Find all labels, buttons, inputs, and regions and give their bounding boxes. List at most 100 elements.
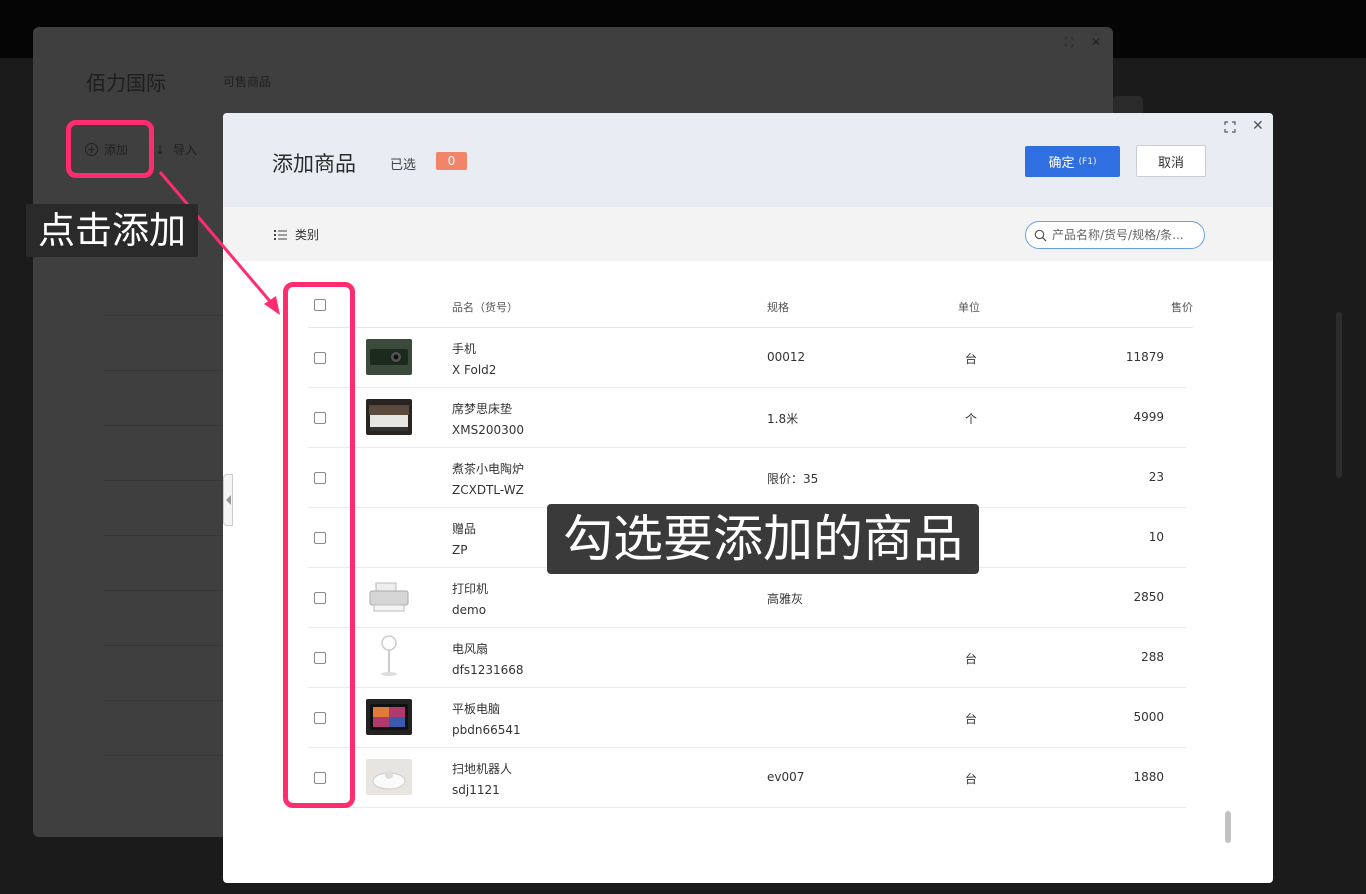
background-title: 佰力国际 xyxy=(86,71,166,95)
divider xyxy=(103,315,223,316)
product-unit: 台 xyxy=(964,712,977,726)
confirm-shortcut: (F1) xyxy=(1078,156,1097,167)
product-code: demo xyxy=(452,603,487,617)
product-spec: 00012 xyxy=(767,350,806,364)
search-icon xyxy=(1034,229,1047,241)
modal-header: 添加商品 已选 0 确定 (F1) 取消 ✕ xyxy=(223,113,1273,207)
product-spec: 限价：35 xyxy=(767,472,819,486)
import-button[interactable]: ↓ 导入 xyxy=(155,141,197,158)
divider xyxy=(103,645,223,646)
highlight-add-button xyxy=(66,120,154,178)
product-thumbnail xyxy=(366,399,412,435)
product-name: 平板电脑 xyxy=(452,702,501,716)
divider xyxy=(103,535,223,536)
table-row[interactable]: 电风扇 dfs1231668 台 288 xyxy=(308,628,1186,688)
modal-title: 添加商品 xyxy=(272,152,356,176)
column-unit-header: 单位 xyxy=(958,301,980,314)
product-unit: 台 xyxy=(964,772,977,786)
product-name: 煮茶小电陶炉 xyxy=(452,462,525,476)
background-close-icon[interactable]: ✕ xyxy=(1091,35,1101,49)
product-spec: ev007 xyxy=(767,770,805,784)
table-row[interactable]: 打印机 demo 高雅灰 2850 xyxy=(308,568,1186,628)
table-row[interactable]: 席梦思床垫 XMS200300 1.8米 个 4999 xyxy=(308,388,1186,448)
column-price-header: 售价 xyxy=(1171,301,1193,314)
product-name-cell: 打印机 demo xyxy=(452,579,488,621)
product-spec: 高雅灰 xyxy=(767,592,804,606)
product-spec: 1.8米 xyxy=(767,412,799,426)
divider xyxy=(103,480,223,481)
caption-click-add: 点击添加 xyxy=(26,204,198,257)
filter-bar: 类别 xyxy=(223,207,1273,261)
product-unit: 台 xyxy=(964,652,977,666)
table-header: 品名（货号） 规格 单位 售价 xyxy=(308,281,1193,328)
add-goods-modal: 添加商品 已选 0 确定 (F1) 取消 ✕ 类别 产品名称/货号/规格/条..… xyxy=(223,113,1273,883)
product-code: sdj1121 xyxy=(452,783,500,797)
product-price: 4999 xyxy=(1133,410,1164,424)
expand-icon[interactable] xyxy=(1224,121,1236,133)
table-scrollbar[interactable] xyxy=(1225,811,1231,843)
product-thumbnail xyxy=(366,759,412,795)
column-spec-header: 规格 xyxy=(767,301,789,314)
category-filter-button[interactable]: 类别 xyxy=(274,226,319,243)
caption-check-goods: 勾选要添加的商品 xyxy=(547,504,979,574)
category-label: 类别 xyxy=(295,228,320,242)
import-button-label: 导入 xyxy=(173,143,198,157)
product-price: 11879 xyxy=(1125,350,1164,364)
product-code: pbdn66541 xyxy=(452,723,521,737)
product-code: ZCXDTL-WZ xyxy=(452,483,524,497)
product-price: 10 xyxy=(1148,530,1164,544)
product-name: 打印机 xyxy=(452,582,489,596)
table-row[interactable]: 平板电脑 pbdn66541 台 5000 xyxy=(308,688,1186,748)
product-name-cell: 电风扇 dfs1231668 xyxy=(452,639,524,681)
search-box[interactable] xyxy=(1025,221,1205,249)
search-input[interactable] xyxy=(1052,228,1202,242)
product-code: ZP xyxy=(452,543,468,557)
product-name: 扫地机器人 xyxy=(452,762,513,776)
highlight-checkbox-column xyxy=(283,282,355,808)
product-price: 5000 xyxy=(1133,710,1164,724)
divider xyxy=(103,590,223,591)
product-price: 23 xyxy=(1148,470,1164,484)
confirm-button[interactable]: 确定 (F1) xyxy=(1025,146,1120,177)
arrow-down-icon: ↓ xyxy=(155,142,166,157)
product-unit: 台 xyxy=(964,352,977,366)
column-name-header: 品名（货号） xyxy=(452,301,518,314)
product-thumbnail xyxy=(366,339,412,375)
product-price: 2850 xyxy=(1133,590,1164,604)
product-name-cell: 手机 X Fold2 xyxy=(452,339,496,381)
divider xyxy=(103,370,223,371)
table-row[interactable]: 煮茶小电陶炉 ZCXDTL-WZ 限价：35 23 xyxy=(308,448,1186,508)
product-name: 赠品 xyxy=(452,522,477,536)
close-icon[interactable]: ✕ xyxy=(1252,119,1264,133)
divider xyxy=(103,755,223,756)
divider xyxy=(103,425,223,426)
product-name: 席梦思床垫 xyxy=(452,402,513,416)
selected-label: 已选 xyxy=(390,158,417,173)
background-expand-icon[interactable]: ⛶ xyxy=(1065,35,1073,50)
background-subtitle: 可售商品 xyxy=(223,75,272,89)
table-row[interactable]: 扫地机器人 sdj1121 ev007 台 1880 xyxy=(308,748,1186,808)
product-price: 1880 xyxy=(1133,770,1164,784)
product-thumbnail xyxy=(366,633,412,679)
product-thumbnail xyxy=(366,699,412,735)
product-name-cell: 扫地机器人 sdj1121 xyxy=(452,759,512,801)
product-name: 手机 xyxy=(452,342,477,356)
side-collapse-handle[interactable] xyxy=(223,474,233,526)
confirm-button-label: 确定 xyxy=(1048,156,1075,171)
product-name-cell: 赠品 ZP xyxy=(452,519,476,561)
product-code: X Fold2 xyxy=(452,363,497,377)
product-name-cell: 席梦思床垫 XMS200300 xyxy=(452,399,524,441)
product-name-cell: 煮茶小电陶炉 ZCXDTL-WZ xyxy=(452,459,524,501)
product-name-cell: 平板电脑 pbdn66541 xyxy=(452,699,521,741)
product-price: 288 xyxy=(1141,650,1164,664)
divider xyxy=(103,700,223,701)
product-code: XMS200300 xyxy=(452,423,524,437)
list-icon xyxy=(274,229,287,240)
product-name: 电风扇 xyxy=(452,642,489,656)
product-thumbnail xyxy=(366,579,412,615)
product-unit: 个 xyxy=(964,412,977,426)
table-row[interactable]: 手机 X Fold2 00012 台 11879 xyxy=(308,328,1186,388)
product-code: dfs1231668 xyxy=(452,663,524,677)
cancel-button[interactable]: 取消 xyxy=(1136,145,1206,177)
selected-count-badge: 0 xyxy=(436,152,467,170)
